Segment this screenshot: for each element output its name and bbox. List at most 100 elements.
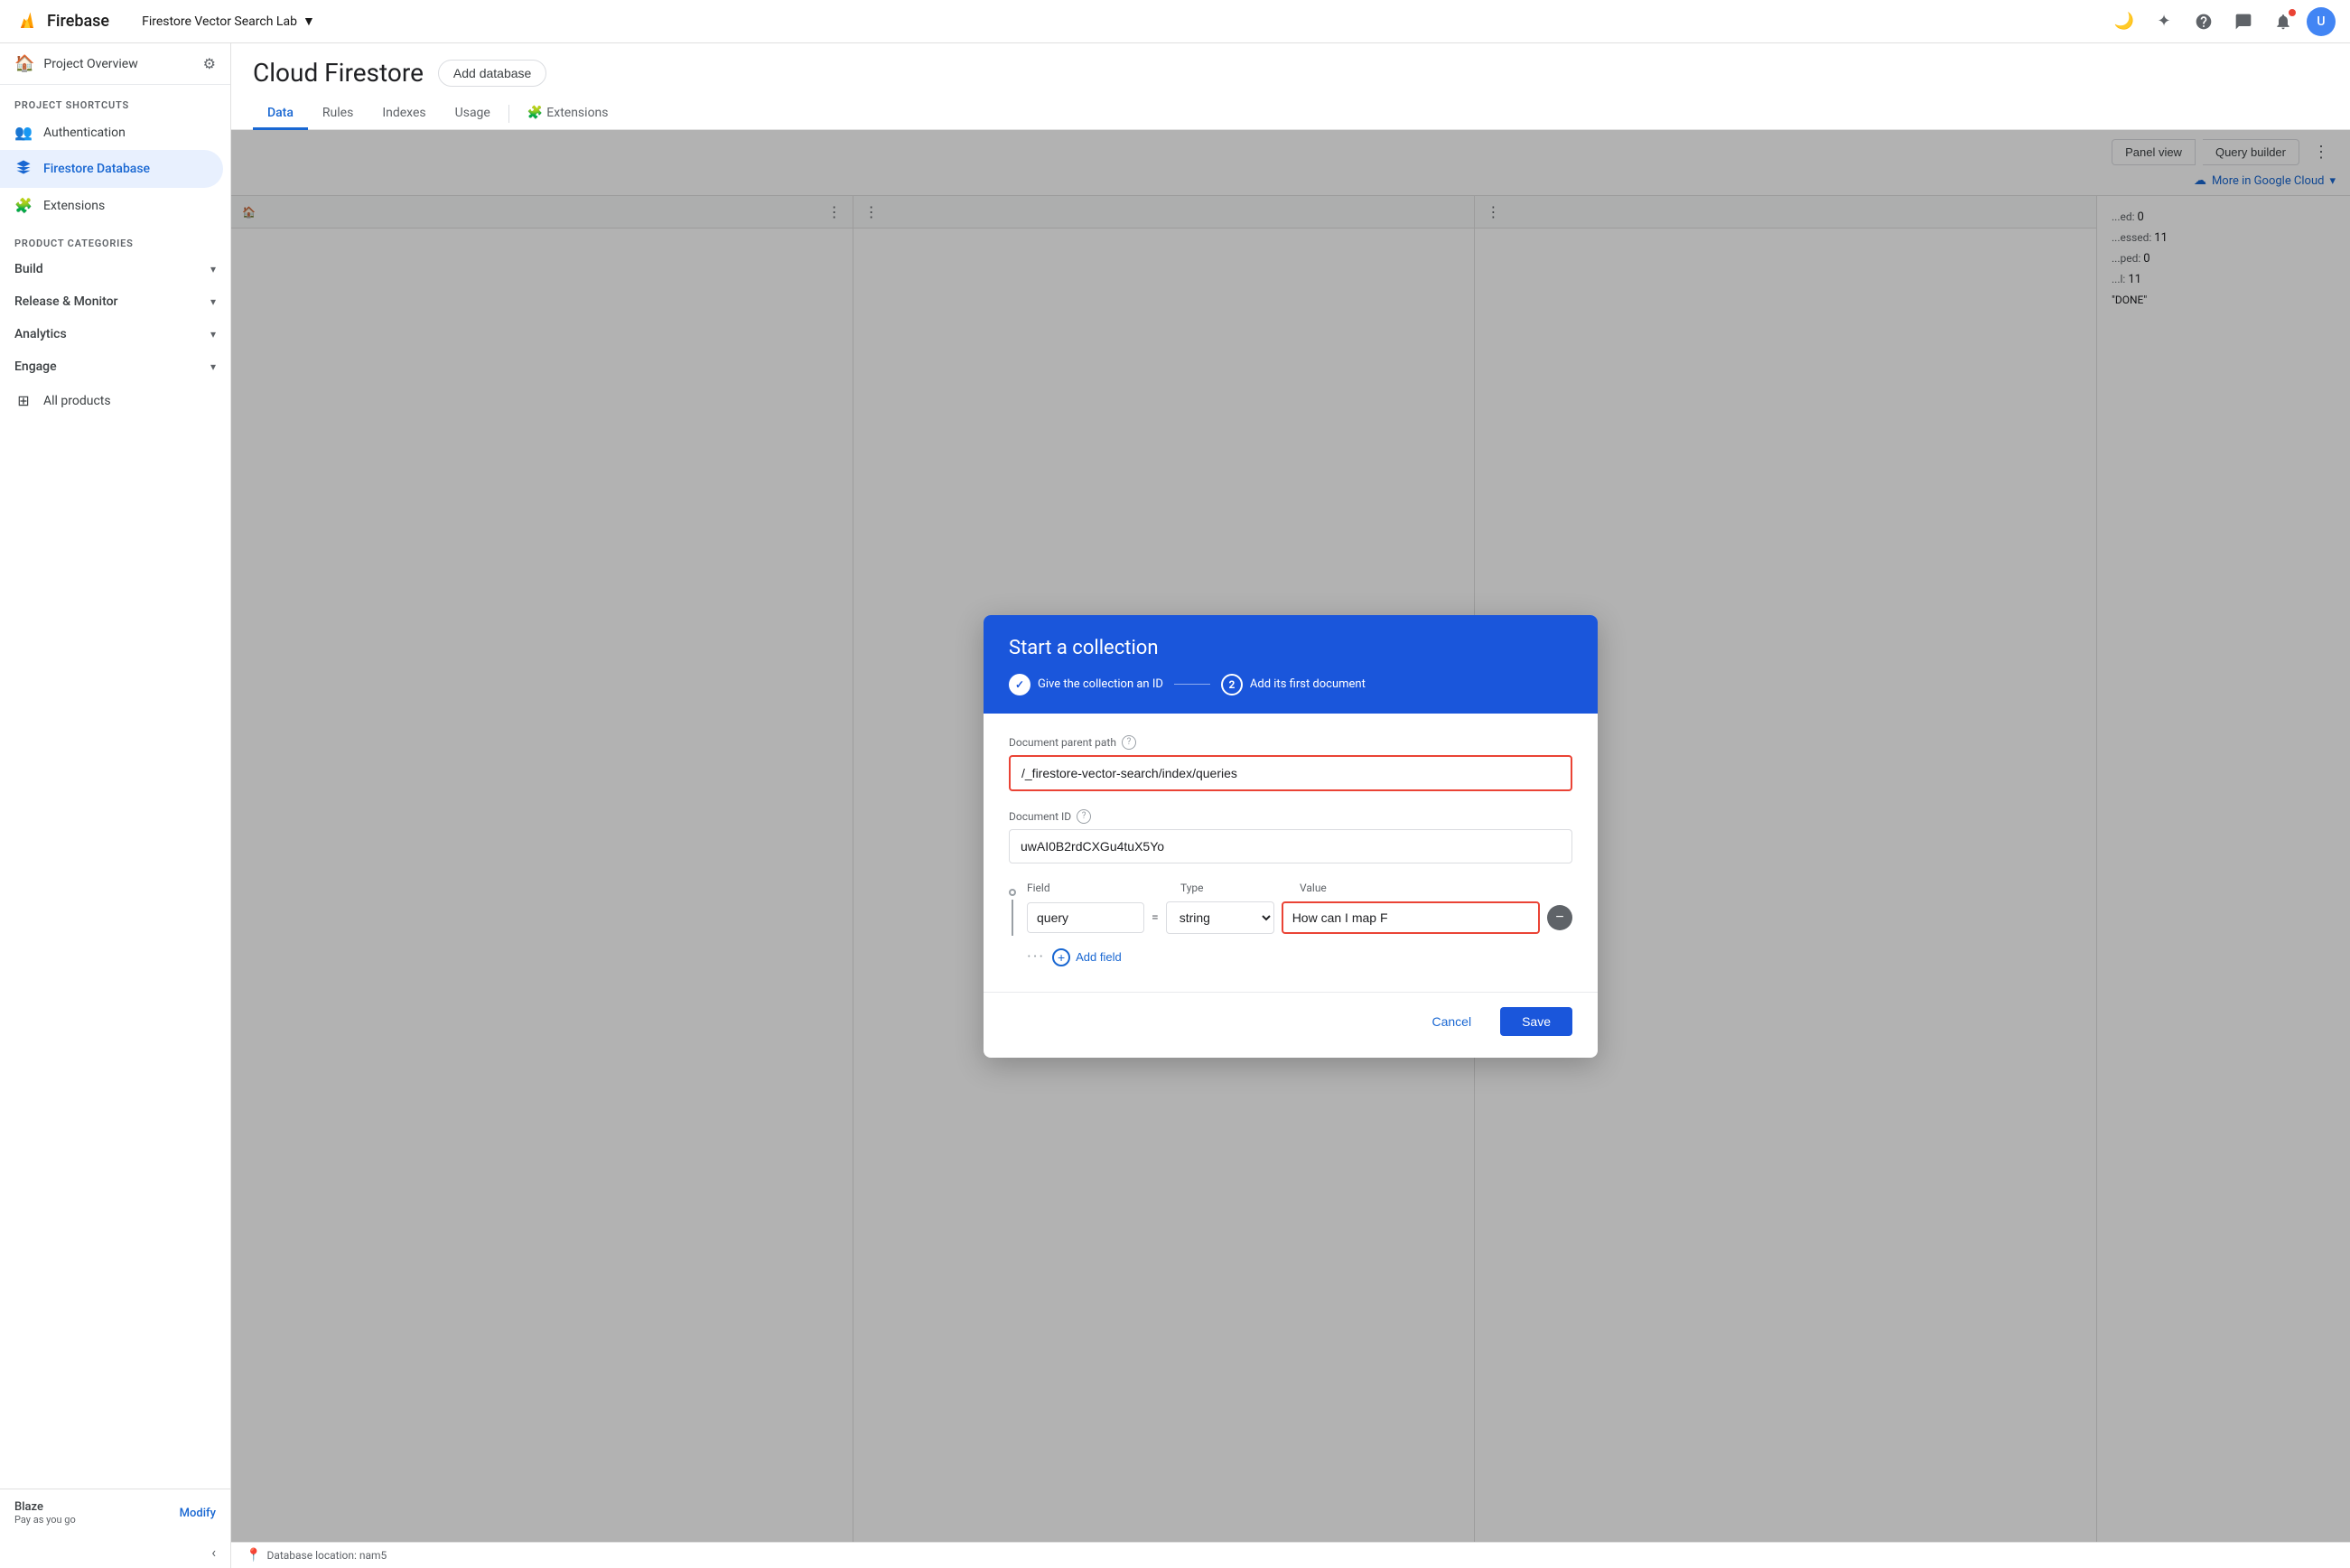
add-field-plus-icon: + [1052, 948, 1070, 966]
dark-mode-button[interactable]: 🌙 [2108, 5, 2140, 38]
save-button[interactable]: Save [1500, 1007, 1572, 1036]
firestore-title-row: Cloud Firestore Add database [253, 58, 2328, 88]
step-connector [1174, 684, 1210, 685]
engage-chevron-icon: ▾ [210, 360, 216, 373]
tab-data[interactable]: Data [253, 98, 308, 130]
doc-id-help-icon[interactable]: ? [1077, 809, 1091, 824]
add-database-button[interactable]: Add database [438, 60, 546, 87]
dialog-body: Document parent path ? Document ID ? [984, 714, 1598, 992]
document-id-input[interactable] [1009, 829, 1572, 863]
release-monitor-chevron-icon: ▾ [210, 295, 216, 308]
firestore-tabs: Data Rules Indexes Usage 🧩 Extensions [253, 98, 2328, 129]
document-parent-path-input[interactable] [1009, 755, 1572, 791]
sidebar-item-analytics[interactable]: Analytics ▾ [0, 318, 230, 350]
fields-content: Field Type Value = string [1027, 882, 1572, 970]
authentication-icon: 👥 [14, 124, 33, 141]
add-field-button[interactable]: + Add field [1052, 945, 1122, 970]
step-1-checkmark-icon: ✓ [1015, 678, 1024, 691]
extensions-icon: 🧩 [14, 197, 33, 214]
sidebar-item-engage[interactable]: Engage ▾ [0, 350, 230, 383]
firebase-label: Firebase [47, 12, 109, 31]
tab-indexes[interactable]: Indexes [368, 98, 440, 130]
field-delete-button[interactable]: − [1547, 905, 1572, 930]
avatar[interactable]: U [2307, 7, 2336, 36]
sidebar-bottom: Blaze Pay as you go Modify [0, 1489, 230, 1536]
dialog-overlay[interactable]: Start a collection ✓ Give the collection… [231, 130, 2350, 1542]
project-overview-label: Project Overview [43, 57, 193, 71]
build-chevron-icon: ▾ [210, 263, 216, 275]
engage-label: Engage [14, 359, 57, 374]
main-content: Cloud Firestore Add database Data Rules … [231, 43, 2350, 1568]
field-ellipsis-icon: ··· [1027, 947, 1045, 966]
dialog-header: Start a collection ✓ Give the collection… [984, 615, 1598, 714]
field-row-1: = string number boolean map array null t… [1027, 901, 1572, 934]
sidebar: 🏠 Project Overview ⚙ Project shortcuts 👥… [0, 43, 231, 1568]
star-button[interactable]: ✦ [2148, 5, 2180, 38]
bottom-bar: 📍 Database location: nam5 [231, 1542, 2350, 1568]
doc-id-label: Document ID ? [1009, 809, 1572, 824]
sidebar-item-extensions[interactable]: 🧩 Extensions [0, 188, 223, 223]
field-ellipsis-row: ··· + Add field [1027, 945, 1572, 970]
blaze-subtitle: Pay as you go [14, 1514, 76, 1526]
notification-badge [2289, 9, 2296, 16]
sidebar-collapse-button[interactable]: ‹ [0, 1536, 230, 1568]
dialog-steps: ✓ Give the collection an ID 2 Add its fi… [1009, 674, 1572, 695]
analytics-label: Analytics [14, 327, 67, 341]
step-2-circle: 2 [1221, 674, 1243, 695]
blaze-title: Blaze [14, 1500, 76, 1514]
field-value-input[interactable] [1282, 901, 1540, 934]
doc-parent-path-help-icon[interactable]: ? [1122, 735, 1136, 750]
help-button[interactable] [2187, 5, 2220, 38]
tab-rules[interactable]: Rules [308, 98, 368, 130]
add-field-label: Add field [1076, 950, 1122, 964]
firebase-logo: Firebase [14, 9, 109, 34]
sidebar-item-build[interactable]: Build ▾ [0, 253, 230, 285]
main-layout: 🏠 Project Overview ⚙ Project shortcuts 👥… [0, 43, 2350, 1568]
blaze-plan: Blaze Pay as you go Modify [14, 1500, 216, 1526]
project-selector[interactable]: Firestore Vector Search Lab ▼ [135, 10, 322, 33]
sidebar-item-authentication[interactable]: 👥 Authentication [0, 115, 223, 150]
sidebar-item-firestore-database[interactable]: Firestore Database [0, 150, 223, 188]
step-1-label: Give the collection an ID [1038, 677, 1163, 691]
field-col-header-value: Value [1300, 882, 1572, 894]
field-line [1012, 900, 1013, 936]
top-header: Firebase Firestore Vector Search Lab ▼ 🌙… [0, 0, 2350, 43]
field-col-header-type: Type [1180, 882, 1289, 894]
sidebar-item-release-monitor[interactable]: Release & Monitor ▾ [0, 285, 230, 318]
settings-icon[interactable]: ⚙ [203, 55, 216, 72]
dialog-title: Start a collection [1009, 637, 1572, 659]
modify-button[interactable]: Modify [180, 1507, 216, 1520]
tab-usage[interactable]: Usage [441, 98, 505, 130]
location-icon: 📍 [246, 1548, 261, 1563]
field-type-select[interactable]: string number boolean map array null tim… [1166, 901, 1274, 934]
field-name-input[interactable] [1027, 902, 1144, 933]
tab-extensions[interactable]: 🧩 Extensions [513, 98, 623, 130]
sidebar-item-all-products[interactable]: ⊞ All products [0, 383, 223, 418]
dialog-step-1: ✓ Give the collection an ID [1009, 674, 1163, 695]
firestore-body: Panel view Query builder ⋮ ☁ More in Goo… [231, 130, 2350, 1542]
extensions-label: Extensions [43, 199, 105, 213]
database-location-label: Database location: nam5 [266, 1549, 387, 1562]
project-name: Firestore Vector Search Lab [142, 14, 297, 29]
dialog-footer: Cancel Save [984, 992, 1598, 1058]
step-1-circle: ✓ [1009, 674, 1030, 695]
notifications-button[interactable] [2267, 5, 2299, 38]
firestore-database-label: Firestore Database [43, 162, 150, 176]
firestore-icon [14, 159, 33, 179]
build-label: Build [14, 262, 43, 276]
project-overview-item[interactable]: 🏠 Project Overview ⚙ [0, 43, 230, 85]
release-monitor-label: Release & Monitor [14, 294, 118, 309]
tab-divider [508, 105, 509, 123]
collapse-icon: ‹ [211, 1544, 216, 1561]
cancel-button[interactable]: Cancel [1413, 1007, 1489, 1036]
project-shortcuts-section-label: Project shortcuts [0, 85, 230, 115]
home-icon: 🏠 [14, 54, 34, 73]
project-chevron-icon: ▼ [303, 14, 315, 29]
header-icons: 🌙 ✦ U [2108, 5, 2336, 38]
chat-button[interactable] [2227, 5, 2260, 38]
page-title: Cloud Firestore [253, 58, 424, 88]
blaze-info: Blaze Pay as you go [14, 1500, 76, 1526]
fields-section: Field Type Value = string [1009, 882, 1572, 970]
firebase-flame-icon [14, 9, 40, 34]
analytics-chevron-icon: ▾ [210, 328, 216, 341]
